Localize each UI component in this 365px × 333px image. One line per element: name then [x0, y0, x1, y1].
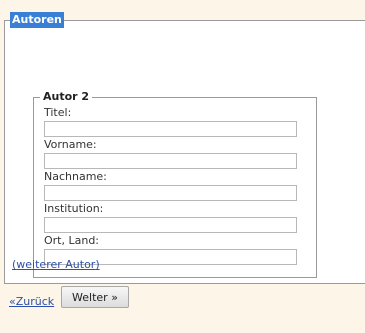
- title-label: Titel:: [44, 106, 72, 119]
- institution-label: Institution:: [44, 202, 104, 215]
- title-input[interactable]: [44, 121, 297, 137]
- add-author-link[interactable]: (weiterer Autor): [12, 258, 100, 271]
- city-country-label: Ort, Land:: [44, 234, 100, 247]
- next-button[interactable]: Welter »: [61, 286, 129, 308]
- author-2-fieldset: Autor 2 Titel: Vorname: Nachname: Instit…: [33, 90, 317, 278]
- first-name-input[interactable]: [44, 153, 297, 169]
- authors-legend: Autoren: [10, 12, 64, 28]
- add-author-label: weiterer Autor: [16, 258, 96, 271]
- back-link[interactable]: «Zurück: [9, 293, 54, 311]
- institution-input[interactable]: [44, 217, 297, 233]
- author-2-legend: Autor 2: [40, 90, 93, 104]
- last-name-input[interactable]: [44, 185, 297, 201]
- last-name-label: Nachname:: [44, 170, 107, 183]
- add-author-close-paren: ): [95, 258, 100, 271]
- first-name-label: Vorname:: [44, 138, 97, 151]
- authors-fieldset: Autoren Autor 2 Titel: Vorname: Nachname…: [4, 12, 365, 284]
